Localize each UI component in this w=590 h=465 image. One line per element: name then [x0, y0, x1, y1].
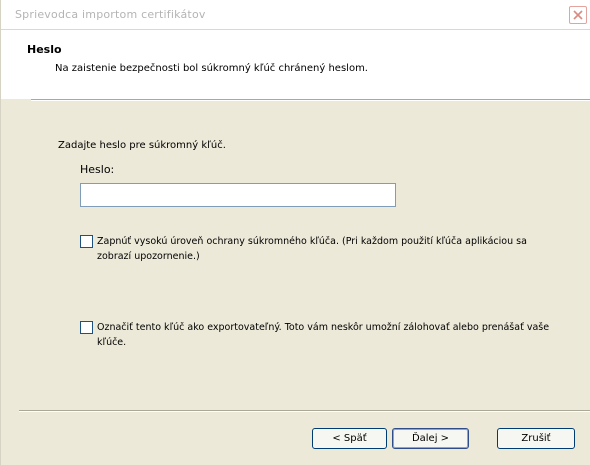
exportable-key-checkbox[interactable] — [80, 321, 93, 334]
title-bar: Sprievodca importom certifikátov — [1, 0, 590, 30]
password-label: Heslo: — [80, 163, 115, 176]
strong-protection-checkbox[interactable] — [80, 235, 93, 248]
page-subtitle: Na zaistenie bezpečnosti bol súkromný kľ… — [55, 63, 368, 74]
window-title: Sprievodca importom certifikátov — [15, 8, 206, 21]
wizard-header: Heslo Na zaistenie bezpečnosti bol súkro… — [1, 30, 590, 99]
header-divider — [31, 99, 590, 101]
import-wizard-dialog: Sprievodca importom certifikátov Heslo N… — [0, 0, 590, 465]
password-input[interactable] — [80, 183, 396, 207]
password-prompt: Zadajte heslo pre súkromný kľúč. — [58, 140, 226, 151]
exportable-key-label: Označiť tento kľúč ako exportovateľný. T… — [97, 322, 550, 348]
close-icon — [573, 10, 583, 20]
page-title: Heslo — [27, 43, 62, 56]
cancel-button[interactable]: Zrušiť — [497, 428, 575, 449]
footer-divider — [19, 410, 590, 412]
strong-protection-label: Zapnúť vysokú úroveň ochrany súkromného … — [97, 236, 527, 262]
back-button[interactable]: < Späť — [312, 428, 387, 449]
next-button[interactable]: Ďalej > — [392, 428, 469, 449]
close-button[interactable] — [569, 6, 587, 24]
